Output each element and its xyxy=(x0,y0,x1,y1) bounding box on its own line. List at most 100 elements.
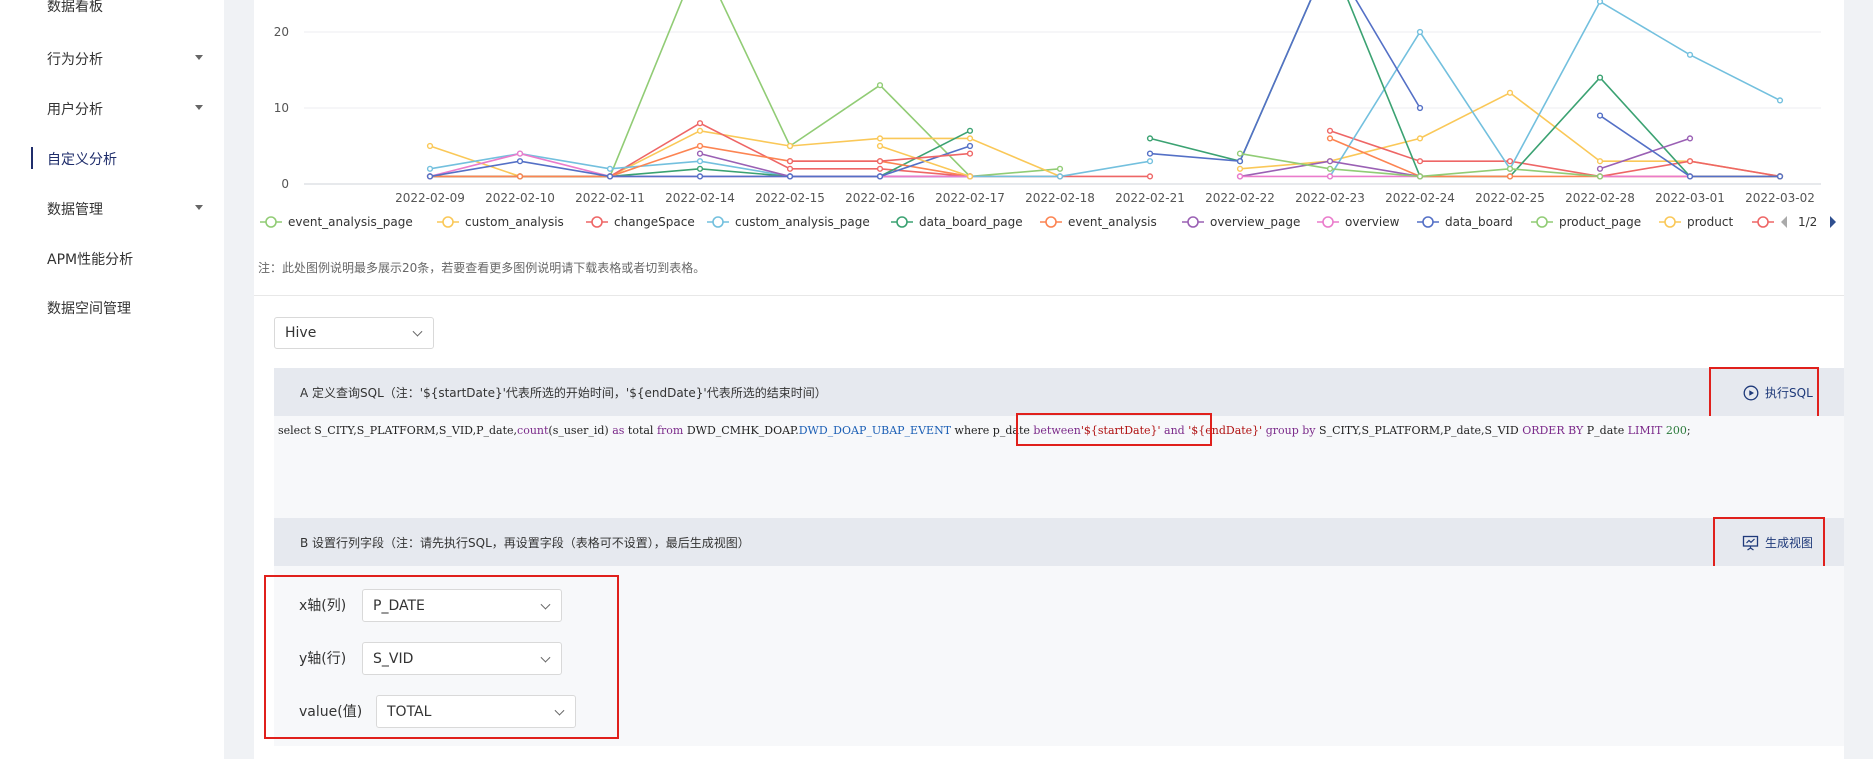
data-point[interactable] xyxy=(876,158,884,165)
legend-note: 注：此处图例说明最多展示20条，若要查看更多图例说明请下载表格或者切到表格。 xyxy=(258,261,706,275)
sidebar-item-apm[interactable]: APM性能分析 xyxy=(47,249,133,269)
legend-entry[interactable]: data_board xyxy=(1445,215,1513,229)
data-point[interactable] xyxy=(1056,165,1064,172)
x-tick-label: 2022-02-24 xyxy=(1385,191,1455,205)
data-point[interactable] xyxy=(1596,165,1604,172)
data-point[interactable] xyxy=(1506,173,1514,180)
data-point[interactable] xyxy=(876,142,884,150)
data-point[interactable] xyxy=(516,158,524,165)
data-point[interactable] xyxy=(1326,158,1334,165)
data-point[interactable] xyxy=(1596,0,1604,5)
data-point[interactable] xyxy=(876,173,884,180)
data-point[interactable] xyxy=(966,142,974,150)
data-point[interactable] xyxy=(1596,158,1604,165)
sidebar-item-data-management[interactable]: 数据管理 xyxy=(47,199,103,219)
data-point[interactable] xyxy=(1596,173,1604,180)
data-point[interactable] xyxy=(1686,158,1694,165)
data-point[interactable] xyxy=(696,127,704,134)
data-point[interactable] xyxy=(1506,89,1514,96)
legend-marker xyxy=(442,216,454,228)
data-point[interactable] xyxy=(876,82,884,89)
main-content: 0 10 20 2022-02-09 2022-02-10 2022-02-11 2022-… xyxy=(254,0,1844,759)
data-point[interactable] xyxy=(1146,150,1154,157)
x-tick-label: 2022-02-18 xyxy=(1025,191,1095,205)
data-point[interactable] xyxy=(1146,135,1154,142)
legend-entry[interactable]: changeSpace xyxy=(614,215,695,229)
data-point[interactable] xyxy=(516,150,524,157)
data-point[interactable] xyxy=(696,150,704,157)
sidebar-item-dashboard[interactable]: 数据看板 xyxy=(47,0,103,16)
data-point[interactable] xyxy=(1776,173,1784,180)
data-point[interactable] xyxy=(1326,173,1334,180)
data-point[interactable] xyxy=(606,173,614,180)
data-point[interactable] xyxy=(1416,158,1424,165)
data-point[interactable] xyxy=(696,165,704,172)
data-point[interactable] xyxy=(516,173,524,180)
data-point[interactable] xyxy=(876,135,884,142)
data-point[interactable] xyxy=(1416,135,1424,142)
data-point[interactable] xyxy=(1686,173,1694,180)
data-point[interactable] xyxy=(1506,165,1514,172)
series-line xyxy=(609,0,1061,178)
legend-entry[interactable]: overview xyxy=(1345,215,1400,229)
data-point[interactable] xyxy=(876,165,884,172)
highlight-generate-view xyxy=(1713,517,1825,569)
series-line xyxy=(1149,0,1421,163)
legend-entry[interactable]: custom_analysis_page xyxy=(735,215,870,229)
data-point[interactable] xyxy=(1236,150,1244,157)
legend-entry[interactable]: overview_page xyxy=(1210,215,1300,229)
data-point[interactable] xyxy=(1236,173,1244,180)
legend-entry[interactable]: data_board_page xyxy=(919,215,1023,229)
data-point[interactable] xyxy=(1326,135,1334,142)
sidebar: 数据看板 行为分析 用户分析 自定义分析 数据管理 APM性能分析 数据空间管理 xyxy=(0,0,224,759)
data-point[interactable] xyxy=(1686,51,1694,58)
data-point[interactable] xyxy=(1506,158,1514,165)
data-point[interactable] xyxy=(426,165,434,172)
legend-prev-icon[interactable] xyxy=(1781,216,1787,228)
legend-marker xyxy=(896,216,908,228)
data-point[interactable] xyxy=(1236,165,1244,172)
data-point[interactable] xyxy=(786,165,794,172)
data-point[interactable] xyxy=(1146,158,1154,165)
data-point[interactable] xyxy=(606,165,614,172)
data-point[interactable] xyxy=(426,173,434,180)
data-point[interactable] xyxy=(696,158,704,165)
legend-entry[interactable]: product_page xyxy=(1559,215,1641,229)
data-point[interactable] xyxy=(1416,173,1424,180)
data-point[interactable] xyxy=(696,173,704,180)
data-point[interactable] xyxy=(1326,165,1334,172)
data-point[interactable] xyxy=(966,127,974,134)
data-point[interactable] xyxy=(1686,135,1694,142)
data-point[interactable] xyxy=(1776,97,1784,104)
data-point[interactable] xyxy=(1596,74,1604,81)
engine-select[interactable]: Hive xyxy=(274,317,434,349)
data-point[interactable] xyxy=(1596,112,1604,119)
legend-next-icon[interactable] xyxy=(1830,216,1836,228)
sidebar-item-user-analysis[interactable]: 用户分析 xyxy=(47,99,103,119)
legend-entry[interactable]: product xyxy=(1687,215,1733,229)
sidebar-item-data-space[interactable]: 数据空间管理 xyxy=(47,298,131,318)
sidebar-item-behavior-analysis[interactable]: 行为分析 xyxy=(47,49,103,69)
sidebar-item-custom-analysis[interactable]: 自定义分析 xyxy=(47,149,117,169)
legend-entry[interactable]: event_analysis_page xyxy=(288,215,413,229)
data-point[interactable] xyxy=(1146,173,1154,180)
data-point[interactable] xyxy=(786,173,794,180)
data-point[interactable] xyxy=(966,135,974,142)
data-point[interactable] xyxy=(966,173,974,180)
x-tick-label: 2022-02-09 xyxy=(395,191,465,205)
data-point[interactable] xyxy=(1416,104,1424,112)
data-point[interactable] xyxy=(786,142,794,150)
series-line xyxy=(1329,0,1781,177)
data-point[interactable] xyxy=(426,142,434,150)
data-point[interactable] xyxy=(1416,28,1424,36)
legend-entry[interactable]: event_analysis xyxy=(1068,215,1157,229)
data-point[interactable] xyxy=(1236,158,1244,165)
sidebar-item-label: 数据看板 xyxy=(47,0,103,15)
data-point[interactable] xyxy=(1056,173,1064,180)
data-point[interactable] xyxy=(696,142,704,150)
data-point[interactable] xyxy=(786,158,794,165)
data-point[interactable] xyxy=(696,120,704,127)
data-point[interactable] xyxy=(1326,127,1334,134)
data-point[interactable] xyxy=(966,150,974,157)
legend-entry[interactable]: custom_analysis xyxy=(465,215,564,229)
